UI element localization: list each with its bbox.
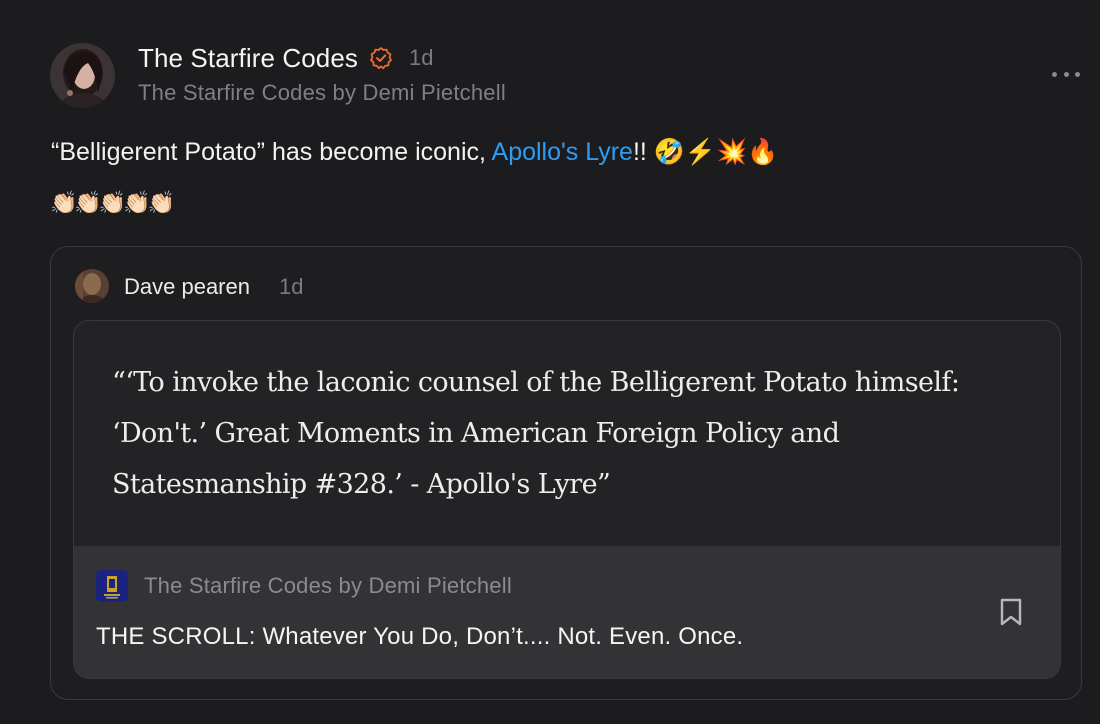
ellipsis-icon[interactable]	[1052, 62, 1080, 86]
post-text-start: “Belligerent Potato” has become iconic,	[51, 138, 492, 166]
publication-byline[interactable]: The Starfire Codes by Demi Pietchell	[138, 80, 506, 106]
publication-header: The Starfire Codes 1d	[138, 40, 434, 76]
clap-emojis: 👏🏻👏🏻👏🏻👏🏻👏🏻	[50, 190, 175, 215]
bookmark-icon[interactable]	[998, 597, 1024, 627]
restack-card[interactable]: “‘To invoke the laconic counsel of the B…	[73, 320, 1061, 679]
verified-check-icon	[369, 46, 393, 70]
publication-logo-icon	[96, 570, 128, 602]
mention-link[interactable]: Apollo's Lyre	[492, 138, 633, 166]
source-post-title[interactable]: THE SCROLL: Whatever You Do, Don’t.... N…	[96, 623, 743, 651]
note-card: The Starfire Codes 1d The Starfire Codes…	[0, 0, 1100, 724]
author-avatar[interactable]	[50, 43, 115, 108]
post-text: “Belligerent Potato” has become iconic, …	[51, 138, 778, 167]
source-publication-name[interactable]: The Starfire Codes by Demi Pietchell	[144, 573, 512, 599]
quoted-timestamp[interactable]: 1d	[279, 274, 303, 300]
publication-name[interactable]: The Starfire Codes	[138, 43, 358, 74]
quote-text: “‘To invoke the laconic counsel of the B…	[112, 367, 960, 500]
quoted-note-card[interactable]: Dave pearen 1d “‘To invoke the laconic c…	[50, 246, 1082, 700]
quoted-author-name[interactable]: Dave pearen	[124, 274, 250, 300]
post-text-end: !! 🤣⚡💥🔥	[632, 138, 779, 166]
quoted-author-avatar[interactable]	[75, 269, 109, 303]
source-post-preview[interactable]: The Starfire Codes by Demi Pietchell THE…	[74, 546, 1060, 678]
post-timestamp[interactable]: 1d	[409, 45, 433, 71]
